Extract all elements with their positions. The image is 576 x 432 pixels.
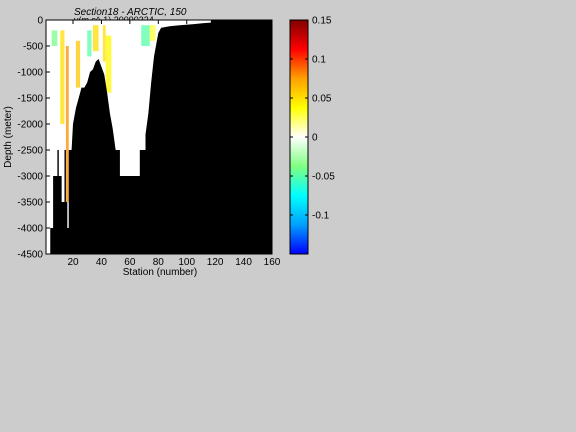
y-tick-label: -1500 [17, 94, 43, 105]
x-tick-label: 140 [235, 257, 252, 268]
plot-area: 20 40 60 80 100 120 140 160 0-500-1000-1500-200… [17, 16, 280, 269]
colorbar-tick-label: 0 [312, 133, 318, 144]
colorbar-tick-label: 0.15 [312, 16, 332, 27]
y-tick-label: -3000 [17, 172, 43, 183]
x-tick-label: 20 [67, 257, 79, 268]
colorbar-tick-label: 0.05 [312, 94, 332, 105]
colorbar-tick-label: -0.05 [312, 172, 335, 183]
velocity-patch [141, 25, 150, 46]
y-tick-label: -3500 [17, 198, 43, 209]
y-tick-label: -4500 [17, 250, 43, 261]
y-tick-label: -2000 [17, 120, 43, 131]
velocity-patch [105, 35, 112, 93]
velocity-patch [65, 46, 69, 202]
velocity-patch [92, 25, 99, 52]
y-axis-title: Depth (meter) [3, 106, 14, 168]
y-tick-label: -2500 [17, 146, 43, 157]
colorbar: 0.15 0.1 0.05 0 -0.05 -0.1 [289, 16, 335, 255]
velocity-patch [102, 25, 106, 62]
x-tick-label: 160 [264, 257, 281, 268]
y-tick-label: -500 [23, 42, 43, 53]
velocity-patch [75, 40, 81, 88]
velocity-patch [51, 30, 58, 46]
x-tick-label: 120 [207, 257, 224, 268]
y-tick-label: -1000 [17, 68, 43, 79]
colorbar-tick-label: -0.1 [312, 211, 330, 222]
y-tick-label: 0 [37, 16, 43, 27]
chart-figure: Section18 - ARCTIC, 150 v(m s^-1) 200903… [3, 7, 335, 278]
colorbar-tick-label: 0.1 [312, 55, 326, 66]
velocity-patch [60, 30, 65, 124]
velocity-patch [149, 25, 156, 41]
velocity-patch [87, 30, 92, 57]
x-axis-title: Station (number) [123, 267, 197, 278]
x-tick-label: 40 [96, 257, 108, 268]
y-tick-label: -4000 [17, 224, 43, 235]
